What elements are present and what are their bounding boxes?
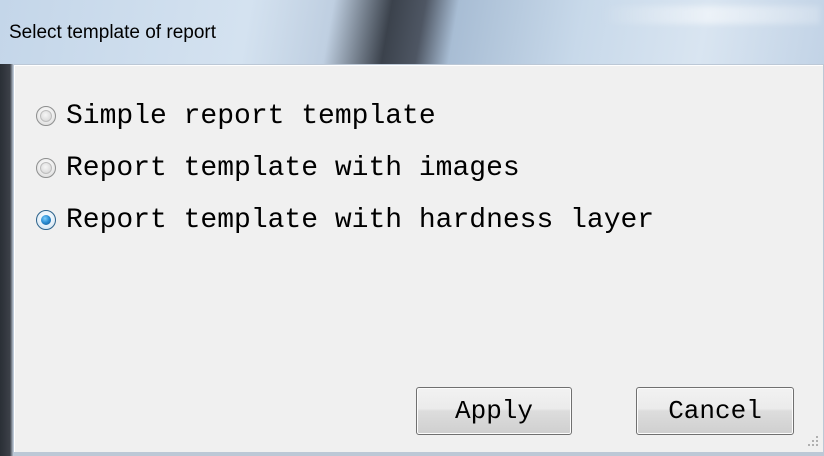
radio-report-template-with-hardness-layer[interactable] [36, 210, 56, 230]
dialog-window: Select template of report Simple report … [0, 0, 824, 456]
window-title: Select template of report [9, 22, 216, 43]
cancel-button[interactable]: Cancel [636, 387, 794, 435]
option-simple-report-template[interactable]: Simple report template [36, 99, 436, 133]
apply-button[interactable]: Apply [416, 387, 572, 435]
option-report-template-with-hardness-layer[interactable]: Report template with hardness layer [36, 203, 654, 237]
radio-simple-report-template[interactable] [36, 106, 56, 126]
resize-grip-icon[interactable] [804, 432, 820, 448]
option-report-template-with-images[interactable]: Report template with images [36, 151, 520, 185]
title-bar[interactable]: Select template of report [0, 0, 824, 64]
option-label-hardness: Report template with hardness layer [66, 204, 655, 236]
title-bar-background-blur [600, 6, 820, 24]
option-label-images: Report template with images [66, 152, 520, 184]
radio-report-template-with-images[interactable] [36, 158, 56, 178]
option-label-simple: Simple report template [66, 100, 436, 132]
